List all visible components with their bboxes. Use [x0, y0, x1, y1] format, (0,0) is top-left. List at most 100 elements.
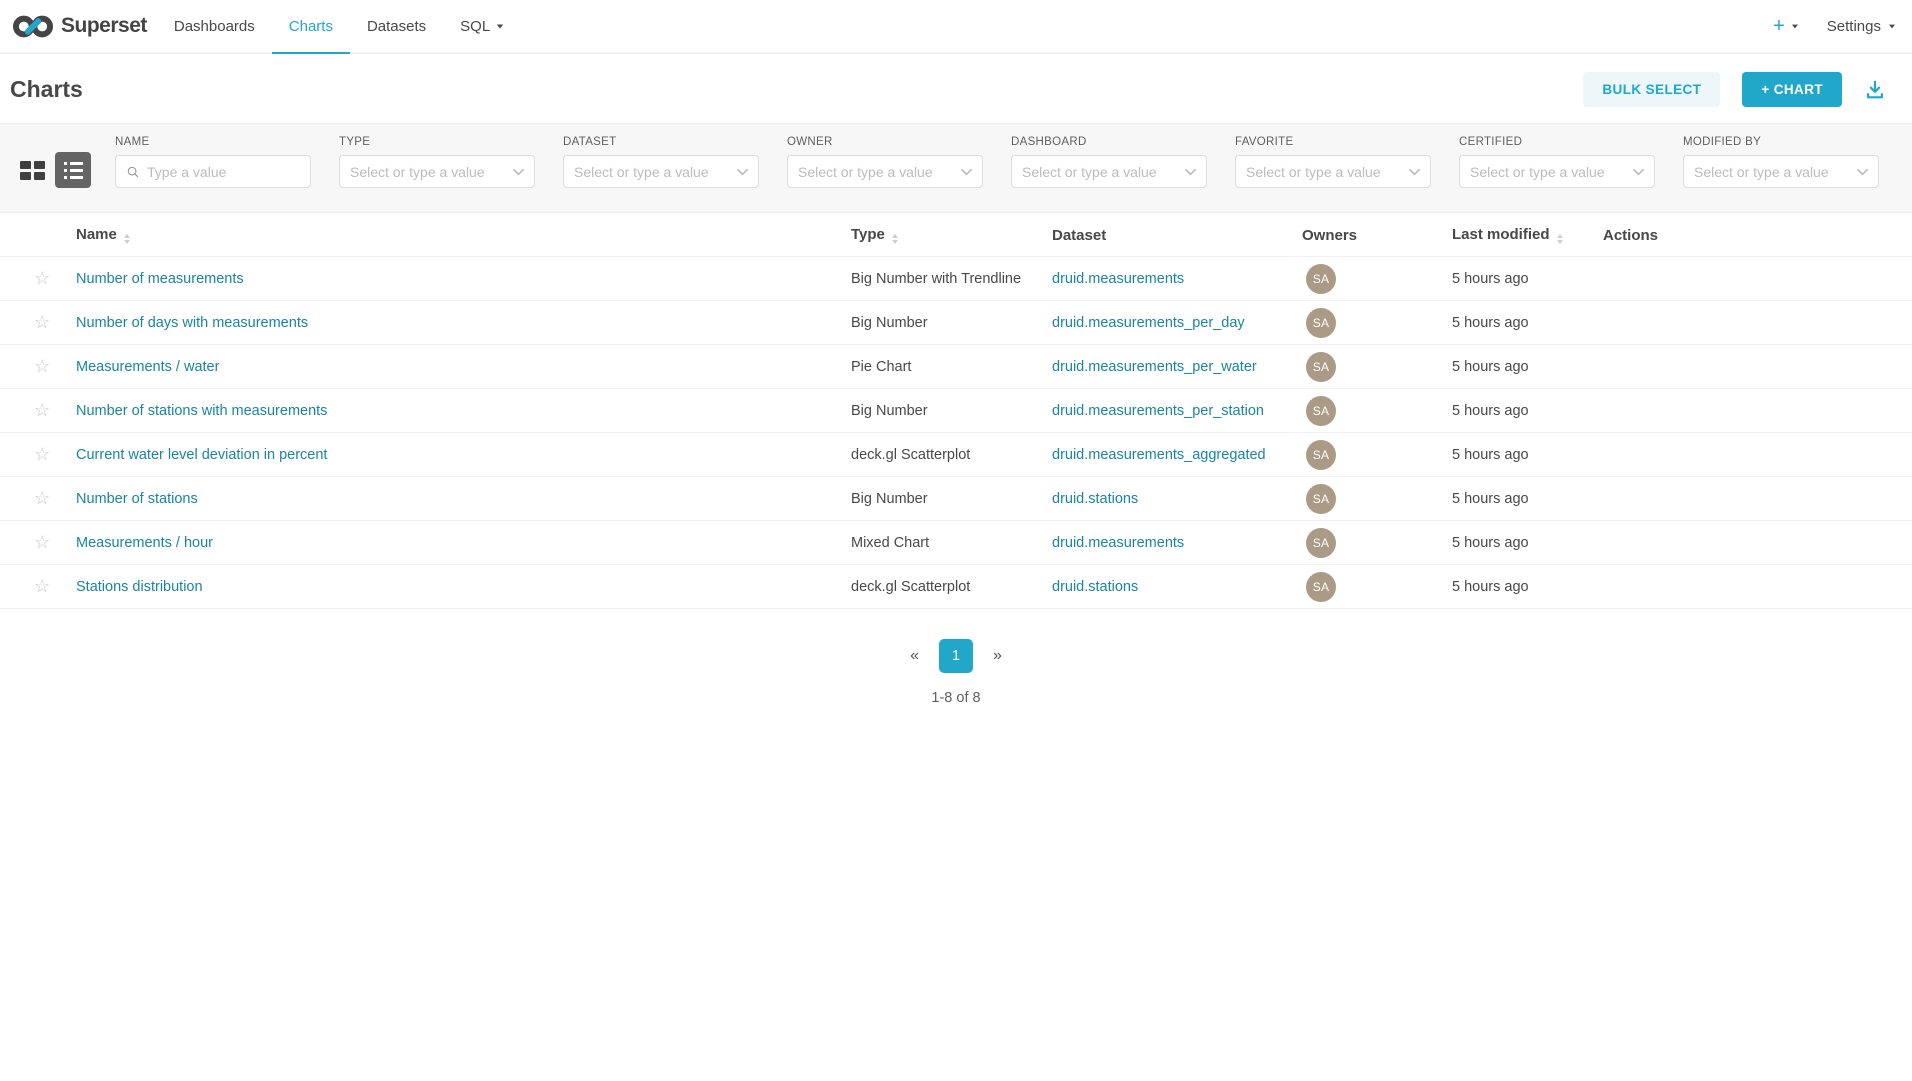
dataset-link[interactable]: druid.measurements_per_station: [1052, 403, 1264, 419]
nav-item-datasets[interactable]: Datasets: [350, 0, 443, 54]
filter-label: NAME: [115, 136, 311, 148]
superset-logo[interactable]: Superset: [12, 0, 147, 52]
navbar-right: + Settings: [1773, 0, 1896, 52]
chevron-down-icon: [1185, 168, 1196, 176]
modified-by-filter-select[interactable]: Select or type a value: [1683, 155, 1879, 188]
owner-avatar: SA: [1306, 308, 1336, 338]
chevron-down-icon: [1409, 168, 1420, 176]
filter-type: TYPE Select or type a value: [339, 136, 535, 188]
last-modified: 5 hours ago: [1452, 315, 1529, 331]
dataset-link[interactable]: druid.measurements: [1052, 535, 1184, 551]
dataset-link[interactable]: druid.measurements_per_water: [1052, 359, 1257, 375]
filter-favorite: FAVORITE Select or type a value: [1235, 136, 1431, 188]
dataset-column-header: Dataset: [1052, 213, 1302, 257]
table-row: ☆ Number of stations with measurements B…: [0, 389, 1912, 433]
favorite-star-icon[interactable]: ☆: [34, 313, 50, 331]
card-view-button[interactable]: [14, 152, 50, 188]
nav-item-charts[interactable]: Charts: [272, 0, 350, 54]
table-row: ☆ Number of days with measurements Big N…: [0, 301, 1912, 345]
new-item-menu-button[interactable]: +: [1773, 16, 1799, 36]
export-button[interactable]: [1864, 79, 1886, 101]
nav-item-dashboards[interactable]: Dashboards: [157, 0, 272, 54]
filter-name: NAME: [115, 136, 311, 188]
chart-name-link[interactable]: Measurements / water: [76, 359, 219, 375]
last-modified: 5 hours ago: [1452, 579, 1529, 595]
chevron-down-icon: [961, 168, 972, 176]
name-filter-input[interactable]: [147, 164, 300, 180]
chart-name-link[interactable]: Number of days with measurements: [76, 315, 308, 331]
last-modified-column-header[interactable]: Last modified: [1452, 213, 1603, 257]
sort-icon: [892, 234, 898, 244]
chart-type: deck.gl Scatterplot: [851, 447, 970, 463]
table-row: ☆ Current water level deviation in perce…: [0, 433, 1912, 477]
owner-avatar: SA: [1306, 264, 1336, 294]
favorite-star-icon[interactable]: ☆: [34, 533, 50, 551]
favorite-star-icon[interactable]: ☆: [34, 357, 50, 375]
actions-cell: [1603, 301, 1912, 345]
dataset-link[interactable]: druid.stations: [1052, 579, 1138, 595]
charts-table: Name Type Dataset Owners Last modified A…: [0, 213, 1912, 609]
chevron-down-icon: [1857, 168, 1868, 176]
actions-cell: [1603, 433, 1912, 477]
prev-page-button[interactable]: «: [904, 643, 925, 669]
chart-name-link[interactable]: Number of stations: [76, 491, 198, 507]
actions-cell: [1603, 345, 1912, 389]
chevron-down-icon: [737, 168, 748, 176]
type-column-header[interactable]: Type: [851, 213, 1052, 257]
dataset-link[interactable]: druid.measurements: [1052, 271, 1184, 287]
list-view-button[interactable]: [55, 152, 91, 188]
name-column-header[interactable]: Name: [76, 213, 851, 257]
chart-type: Big Number with Trendline: [851, 271, 1021, 287]
dataset-link[interactable]: druid.measurements_aggregated: [1052, 447, 1266, 463]
table-row: ☆ Measurements / water Pie Chart druid.m…: [0, 345, 1912, 389]
filter-label: OWNER: [787, 136, 983, 148]
table-row: ☆ Measurements / hour Mixed Chart druid.…: [0, 521, 1912, 565]
page-header: Charts BULK SELECT + CHART: [0, 54, 1912, 123]
actions-cell: [1603, 565, 1912, 609]
filter-label: MODIFIED BY: [1683, 136, 1879, 148]
filter-label: CERTIFIED: [1459, 136, 1655, 148]
current-page-button[interactable]: 1: [939, 639, 973, 673]
dashboard-filter-select[interactable]: Select or type a value: [1011, 155, 1207, 188]
last-modified: 5 hours ago: [1452, 359, 1529, 375]
sort-icon: [124, 234, 130, 244]
owner-avatar: SA: [1306, 352, 1336, 382]
chart-type: Pie Chart: [851, 359, 911, 375]
favorite-star-icon[interactable]: ☆: [34, 269, 50, 287]
card-view-icon: [20, 161, 45, 180]
owner-avatar: SA: [1306, 528, 1336, 558]
chart-name-link[interactable]: Number of stations with measurements: [76, 403, 327, 419]
chart-name-link[interactable]: Measurements / hour: [76, 535, 213, 551]
settings-menu-button[interactable]: Settings: [1827, 18, 1896, 35]
certified-filter-select[interactable]: Select or type a value: [1459, 155, 1655, 188]
chart-name-link[interactable]: Number of measurements: [76, 271, 244, 287]
filter-certified: CERTIFIED Select or type a value: [1459, 136, 1655, 188]
add-chart-button[interactable]: + CHART: [1742, 72, 1842, 107]
nav-item-sql[interactable]: SQL: [443, 0, 521, 54]
actions-cell: [1603, 389, 1912, 433]
dataset-link[interactable]: druid.stations: [1052, 491, 1138, 507]
chart-type: Mixed Chart: [851, 535, 929, 551]
owner-filter-select[interactable]: Select or type a value: [787, 155, 983, 188]
chart-name-link[interactable]: Current water level deviation in percent: [76, 447, 327, 463]
page-title: Charts: [10, 76, 83, 103]
chevron-down-icon: [497, 24, 503, 28]
header-actions: BULK SELECT + CHART: [1583, 72, 1886, 107]
next-page-button[interactable]: »: [987, 643, 1008, 669]
favorite-star-icon[interactable]: ☆: [34, 401, 50, 419]
favorite-star-icon[interactable]: ☆: [34, 489, 50, 507]
bulk-select-button[interactable]: BULK SELECT: [1583, 72, 1720, 107]
favorite-star-icon[interactable]: ☆: [34, 445, 50, 463]
search-icon: [126, 165, 140, 179]
chart-name-link[interactable]: Stations distribution: [76, 579, 203, 595]
plus-icon: +: [1773, 16, 1785, 36]
dataset-link[interactable]: druid.measurements_per_day: [1052, 315, 1245, 331]
table-row: ☆ Stations distribution deck.gl Scatterp…: [0, 565, 1912, 609]
chart-type: Big Number: [851, 403, 928, 419]
type-filter-select[interactable]: Select or type a value: [339, 155, 535, 188]
dataset-filter-select[interactable]: Select or type a value: [563, 155, 759, 188]
favorite-star-icon[interactable]: ☆: [34, 577, 50, 595]
favorite-filter-select[interactable]: Select or type a value: [1235, 155, 1431, 188]
filter-label: TYPE: [339, 136, 535, 148]
view-toggles: [14, 152, 91, 188]
